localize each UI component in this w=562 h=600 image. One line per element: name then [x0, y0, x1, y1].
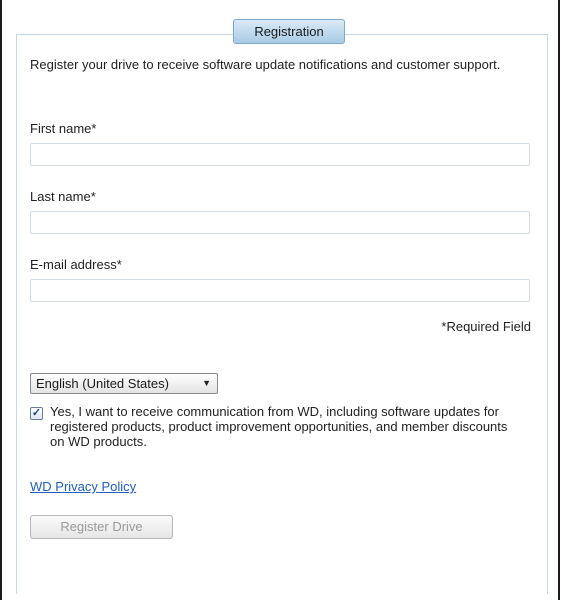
last-name-label: Last name*	[30, 189, 96, 204]
email-input[interactable]	[30, 279, 530, 302]
registration-panel	[16, 34, 548, 594]
privacy-policy-link[interactable]: WD Privacy Policy	[30, 479, 136, 494]
chevron-down-icon: ▼	[202, 378, 211, 388]
language-select[interactable]: English (United States) ▼	[30, 373, 218, 394]
last-name-input[interactable]	[30, 211, 530, 234]
required-field-note: *Required Field	[441, 319, 531, 334]
intro-text: Register your drive to receive software …	[30, 57, 501, 72]
consent-checkbox[interactable]: ✓	[30, 407, 43, 420]
tab-registration[interactable]: Registration	[233, 19, 345, 44]
first-name-label: First name*	[30, 121, 97, 136]
email-label: E-mail address*	[30, 257, 122, 272]
register-drive-button[interactable]: Register Drive	[30, 515, 173, 539]
consent-text: Yes, I want to receive communication fro…	[50, 404, 508, 449]
first-name-input[interactable]	[30, 143, 530, 166]
language-select-value: English (United States)	[36, 376, 169, 391]
